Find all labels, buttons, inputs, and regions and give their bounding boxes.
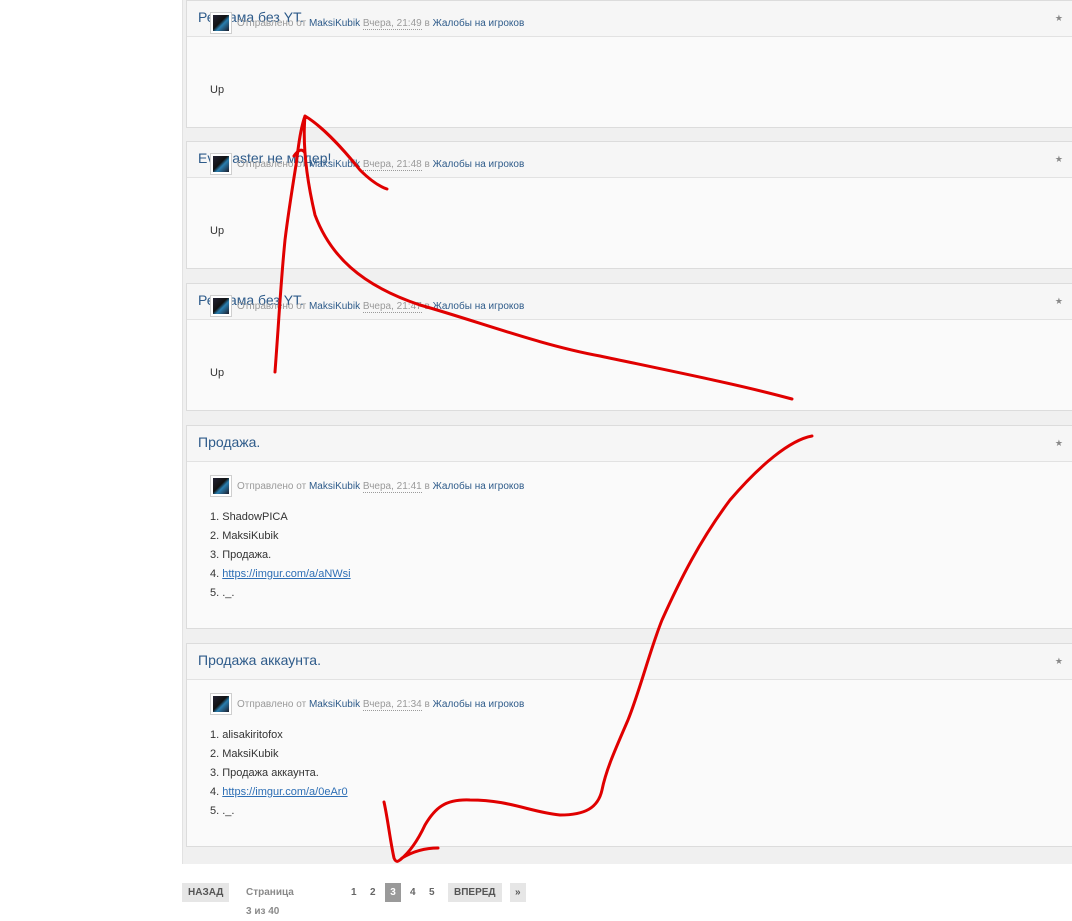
- star-icon[interactable]: ★: [1055, 656, 1063, 667]
- page-link[interactable]: 2: [370, 883, 376, 902]
- imgur-link[interactable]: https://imgur.com/a/aNWsi: [222, 568, 350, 580]
- author-link[interactable]: MaksiKubik: [309, 18, 360, 29]
- avatar[interactable]: [210, 12, 232, 34]
- imgur-link[interactable]: https://imgur.com/a/0eAr0: [222, 786, 347, 798]
- author-link[interactable]: MaksiKubik: [309, 301, 360, 312]
- avatar[interactable]: [210, 295, 232, 317]
- meta-prefix: Отправлено от: [237, 481, 307, 492]
- meta-prefix: Отправлено от: [237, 301, 307, 312]
- post-body: Up: [210, 225, 225, 237]
- avatar[interactable]: [210, 693, 232, 715]
- star-icon[interactable]: ★: [1055, 296, 1063, 307]
- meta-prefix: Отправлено от: [237, 699, 307, 710]
- meta-in: в: [424, 699, 430, 710]
- post-card: Продажа. ★ Отправлено от MaksiKubik Вчер…: [186, 425, 1072, 629]
- author-link[interactable]: MaksiKubik: [309, 159, 360, 170]
- forum-link[interactable]: Жалобы на игроков: [433, 18, 525, 29]
- post-date: Вчера, 21:48: [362, 159, 422, 171]
- forum-link[interactable]: Жалобы на игроков: [433, 301, 525, 312]
- meta-prefix: Отправлено от: [237, 18, 307, 29]
- page-link[interactable]: 1: [351, 883, 357, 902]
- post-header: Продажа. ★: [187, 426, 1072, 462]
- current-page: 3: [385, 883, 401, 902]
- last-page-button[interactable]: »: [510, 883, 526, 902]
- next-page-button[interactable]: ВПЕРЕД: [448, 883, 502, 902]
- star-icon[interactable]: ★: [1055, 438, 1063, 449]
- post-header: Продажа аккаунта. ★: [187, 644, 1072, 680]
- star-icon[interactable]: ★: [1055, 154, 1063, 165]
- post-card: EvilMaster не модер! ★ Отправлено от Mak…: [186, 141, 1072, 269]
- avatar[interactable]: [210, 475, 232, 497]
- post-date: Вчера, 21:47: [362, 301, 422, 313]
- meta-in: в: [424, 18, 430, 29]
- author-link[interactable]: MaksiKubik: [309, 699, 360, 710]
- author-link[interactable]: MaksiKubik: [309, 481, 360, 492]
- forum-link[interactable]: Жалобы на игроков: [433, 159, 525, 170]
- post-body: 1. ShadowPICA 2. MaksiKubik 3. Продажа. …: [210, 511, 351, 599]
- post-card: Реклама без YT. ★ Отправлено от MaksiKub…: [186, 283, 1072, 411]
- post-date: Вчера, 21:34: [362, 699, 422, 711]
- prev-page-button[interactable]: НАЗАД: [182, 883, 230, 902]
- post-title-link[interactable]: Продажа аккаунта.: [198, 652, 321, 668]
- post-date: Вчера, 21:41: [362, 481, 422, 493]
- post-body: 1. alisakiritofox 2. MaksiKubik 3. Прода…: [210, 729, 348, 817]
- forum-link[interactable]: Жалобы на игроков: [433, 481, 525, 492]
- meta-in: в: [424, 159, 430, 170]
- meta-in: в: [424, 301, 430, 312]
- post-card: Реклама без YT. ★ Отправлено от MaksiKub…: [186, 0, 1072, 128]
- post-body: Up: [210, 84, 225, 96]
- post-card: Продажа аккаунта. ★ Отправлено от MaksiK…: [186, 643, 1072, 847]
- post-body: Up: [210, 367, 225, 379]
- page-link[interactable]: 4: [410, 883, 416, 902]
- post-date: Вчера, 21:49: [362, 18, 422, 30]
- page-info: Страница 3 из 40: [246, 887, 294, 917]
- post-title-link[interactable]: Продажа.: [198, 434, 260, 450]
- star-icon[interactable]: ★: [1055, 13, 1063, 24]
- forum-link[interactable]: Жалобы на игроков: [433, 699, 525, 710]
- meta-prefix: Отправлено от: [237, 159, 307, 170]
- avatar[interactable]: [210, 153, 232, 175]
- page-link[interactable]: 5: [429, 883, 435, 902]
- meta-in: в: [424, 481, 430, 492]
